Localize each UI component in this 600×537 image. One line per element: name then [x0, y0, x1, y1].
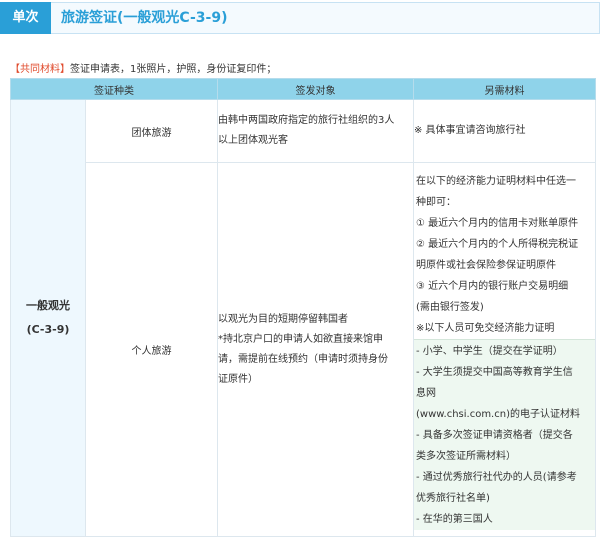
material-line: (需由银行签发) — [416, 302, 484, 313]
visa-category-code: (C-3-9) — [26, 323, 70, 336]
common-materials-label: 【共同材料】 — [10, 64, 70, 75]
table-row: 个人旅游 以观光为目的短期停留韩国者 *持北京户口的申请人如欲直接来馆申 请，需… — [11, 162, 596, 537]
exempt-line: - 通过优秀旅行社代办的人员(请参考 — [416, 472, 577, 483]
target-line: 以上团体观光客 — [218, 135, 288, 146]
visa-subtype-individual: 个人旅游 — [85, 162, 218, 537]
material-line: ※以下人员可免交经济能力证明 — [416, 323, 555, 334]
entry-type-tag: 单次 — [0, 2, 51, 34]
exempt-persons-box: - 小学、中学生（提交在学证明） - 大学生须提交中国高等教育学生信 息网 (w… — [414, 339, 595, 530]
table-header-row: 签证种类 签发对象 另需材料 — [10, 78, 596, 100]
material-line: 在以下的经济能力证明材料中任选一 — [416, 176, 576, 187]
material-line: 明原件或社会保险参保证明原件 — [416, 260, 556, 271]
exempt-line: - 小学、中学生（提交在学证明） — [416, 346, 563, 357]
target-line: 请，需提前在线预约（申请时须持身份 — [218, 353, 388, 365]
target-line: 由韩中两国政府指定的旅行社组织的3人 — [218, 115, 395, 126]
common-materials-text: 签证申请表，1张照片，护照，身份证复印件； — [70, 64, 277, 75]
group-materials-cell: ※ 具体事宜请咨询旅行社 — [413, 99, 596, 163]
exempt-line: 息网 — [416, 388, 436, 399]
target-line: 证原件） — [218, 373, 258, 385]
material-line: 种即可： — [416, 197, 456, 208]
visa-subtype-group: 团体旅游 — [85, 99, 218, 163]
page-header: 单次 旅游签证(一般观光C-3-9) — [0, 2, 600, 34]
exempt-line: - 具备多次签证申请资格者（提交各 — [416, 430, 573, 441]
table-row: 一般观光 (C-3-9) 团体旅游 由韩中两国政府指定的旅行社组织的3人 以上团… — [10, 99, 596, 537]
individual-materials-cell: 在以下的经济能力证明材料中任选一 种即可： ① 最近六个月内的信用卡对账单原件 … — [413, 162, 596, 537]
material-line: ③ 近六个月内的银行账户交易明细 — [416, 281, 569, 292]
header-visa-type: 签证种类 — [10, 78, 218, 100]
material-line: ② 最近六个月内的个人所得税完税证 — [416, 239, 579, 250]
individual-target-cell: 以观光为目的短期停留韩国者 *持北京户口的申请人如欲直接来馆申 请，需提前在线预… — [217, 162, 414, 537]
header-additional-materials: 另需材料 — [413, 78, 596, 100]
material-line: ※ 具体事宜请咨询旅行社 — [414, 125, 526, 136]
material-line: ① 最近六个月内的信用卡对账单原件 — [416, 218, 579, 229]
exempt-line: - 大学生须提交中国高等教育学生信 — [416, 367, 573, 378]
target-line: *持北京户口的申请人如欲直接来馆申 — [218, 333, 383, 345]
header-issuance-target: 签发对象 — [217, 78, 414, 100]
exempt-line: 类多次签证所需材料） — [416, 451, 516, 462]
economic-proof-list: 在以下的经济能力证明材料中任选一 种即可： ① 最近六个月内的信用卡对账单原件 … — [414, 169, 595, 339]
target-line: 以观光为目的短期停留韩国者 — [218, 313, 348, 325]
exempt-line: (www.chsi.com.cn)的电子认证材料 — [416, 409, 580, 420]
common-materials-note: 【共同材料】签证申请表，1张照片，护照，身份证复印件； — [10, 60, 276, 75]
visa-requirements-table: 签证种类 签发对象 另需材料 一般观光 (C-3-9) 团体旅游 由韩中两国政府… — [10, 78, 596, 537]
group-target-cell: 由韩中两国政府指定的旅行社组织的3人 以上团体观光客 — [217, 99, 414, 163]
exempt-line: 优秀旅行社名单) — [416, 493, 490, 504]
visa-category-cell: 一般观光 (C-3-9) — [10, 99, 86, 537]
page-title: 旅游签证(一般观光C-3-9) — [51, 2, 600, 34]
visa-category-name: 一般观光 — [26, 299, 70, 312]
exempt-line: - 在华的第三国人 — [416, 514, 493, 525]
